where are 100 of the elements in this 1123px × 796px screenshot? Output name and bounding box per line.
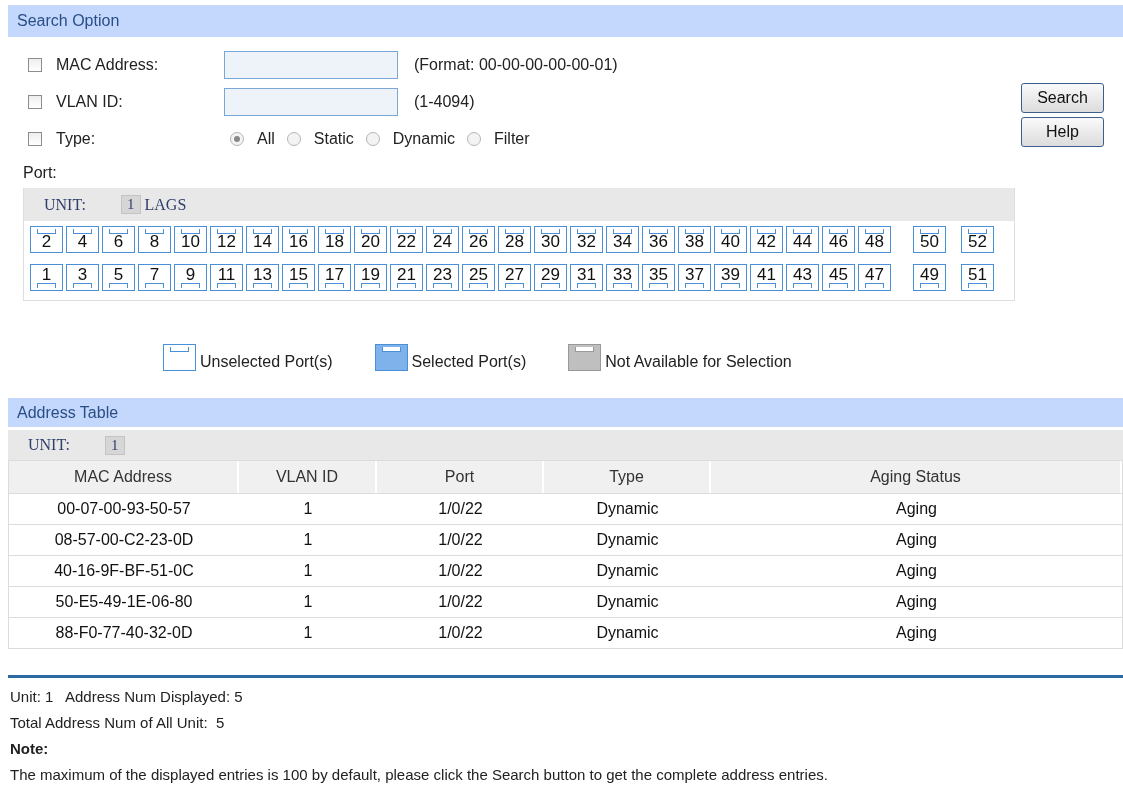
port-icon (374, 344, 408, 371)
legend-label: Unselected Port(s) (200, 353, 333, 371)
port-toggle[interactable]: 30 (534, 226, 567, 253)
input-field[interactable] (224, 87, 398, 116)
lags-tab[interactable]: LAGS (144, 195, 187, 214)
port-toggle[interactable]: 3 (66, 264, 99, 291)
port-toggle[interactable]: 43 (786, 264, 819, 291)
port-toggle[interactable]: 26 (462, 226, 495, 253)
port-toggle[interactable]: 25 (462, 264, 495, 291)
port-toggle[interactable]: 14 (246, 226, 279, 253)
port-toggle[interactable]: 7 (138, 264, 171, 291)
port-toggle[interactable]: 47 (858, 264, 891, 291)
search-button[interactable]: Search (1021, 83, 1104, 113)
port-toggle[interactable]: 4 (66, 226, 99, 253)
port-label: Port: (23, 164, 57, 181)
port-toggle[interactable]: 23 (426, 264, 459, 291)
table-cell-text: 00-07-00-93-50-57 (56, 499, 192, 519)
table-cell-text: 1 (302, 561, 314, 581)
table-cell-text: Aging (895, 561, 938, 581)
port-toggle[interactable]: 33 (606, 264, 639, 291)
checkbox[interactable] (28, 94, 42, 109)
note-title: Note: (10, 739, 50, 759)
port-toggle[interactable]: 1 (30, 264, 63, 291)
port-icon (163, 344, 196, 371)
port-toggle[interactable]: 2 (30, 226, 63, 253)
port-toggle[interactable]: 27 (498, 264, 531, 291)
port-toggle[interactable]: 12 (210, 226, 243, 253)
port-toggle[interactable]: 11 (210, 264, 243, 291)
field-label: Type: (56, 129, 97, 148)
table-cell-text: Aging (895, 623, 938, 643)
radio-label: Static (313, 129, 354, 148)
port-toggle[interactable]: 50 (913, 226, 946, 253)
port-toggle[interactable]: 18 (318, 226, 351, 253)
port-toggle[interactable]: 51 (961, 264, 994, 291)
section-title: Search Option (17, 12, 120, 30)
table-cell-text: Dynamic (595, 561, 660, 581)
table-cell-text: Dynamic (595, 530, 660, 550)
checkbox[interactable] (28, 57, 42, 72)
port-toggle[interactable]: 17 (318, 264, 351, 291)
unit-label: UNIT: (28, 436, 71, 454)
port-toggle[interactable]: 52 (961, 226, 994, 253)
column-header: Aging Status (711, 461, 1122, 493)
port-toggle[interactable]: 40 (714, 226, 747, 253)
table-cell-text: 1/0/22 (437, 623, 484, 643)
port-toggle[interactable]: 37 (678, 264, 711, 291)
table-cell-text: 1 (302, 592, 314, 612)
port-toggle[interactable]: 41 (750, 264, 783, 291)
port-toggle[interactable]: 24 (426, 226, 459, 253)
port-toggle[interactable]: 8 (138, 226, 171, 253)
port-toggle[interactable]: 20 (354, 226, 387, 253)
field-label: MAC Address: (56, 55, 160, 74)
column-header: MAC Address (9, 461, 239, 493)
port-toggle[interactable]: 29 (534, 264, 567, 291)
radio-button[interactable] (286, 131, 301, 146)
summary-text: Unit: 1 Address Num Displayed: 5 (10, 687, 244, 707)
port-toggle[interactable]: 28 (498, 226, 531, 253)
port-toggle[interactable]: 39 (714, 264, 747, 291)
port-toggle[interactable]: 10 (174, 226, 207, 253)
table-cell-text: 40-16-9F-BF-51-0C (53, 561, 195, 581)
port-toggle[interactable]: 9 (174, 264, 207, 291)
port-toggle[interactable]: 5 (102, 264, 135, 291)
table-cell-text: Aging (895, 530, 938, 550)
radio-label: All (257, 129, 275, 148)
unit-label: UNIT: (44, 195, 87, 214)
port-toggle[interactable]: 49 (913, 264, 946, 291)
port-toggle[interactable]: 21 (390, 264, 423, 291)
table-cell-text: Aging (895, 499, 938, 519)
port-toggle[interactable]: 13 (246, 264, 279, 291)
table-cell-text: 1/0/22 (437, 592, 484, 612)
port-toggle[interactable]: 19 (354, 264, 387, 291)
unit-tab[interactable]: 1 (105, 435, 125, 455)
help-button[interactable]: Help (1021, 117, 1104, 147)
radio-button[interactable] (230, 131, 244, 146)
port-icon (568, 344, 602, 371)
port-toggle[interactable]: 38 (678, 226, 711, 253)
port-toggle[interactable]: 15 (282, 264, 315, 291)
port-toggle[interactable]: 32 (570, 226, 603, 253)
port-toggle[interactable]: 34 (606, 226, 639, 253)
port-toggle[interactable]: 48 (858, 226, 891, 253)
port-toggle[interactable]: 16 (282, 226, 315, 253)
section-title: Address Table (17, 403, 119, 422)
format-hint: (Format: 00-00-00-00-00-01) (414, 55, 618, 74)
unit-tab[interactable]: 1 (121, 195, 141, 214)
checkbox[interactable] (28, 131, 42, 146)
port-toggle[interactable]: 35 (642, 264, 675, 291)
table-cell-text: 1 (302, 623, 314, 643)
port-toggle[interactable]: 45 (822, 264, 855, 291)
port-toggle[interactable]: 6 (102, 226, 135, 253)
port-toggle[interactable]: 46 (822, 226, 855, 253)
legend-label: Not Available for Selection (605, 353, 792, 371)
port-toggle[interactable]: 31 (570, 264, 603, 291)
port-toggle[interactable]: 36 (642, 226, 675, 253)
radio-button[interactable] (467, 131, 482, 146)
port-toggle[interactable]: 44 (786, 226, 819, 253)
port-toggle[interactable]: 22 (390, 226, 423, 253)
port-toggle[interactable]: 42 (750, 226, 783, 253)
radio-button[interactable] (365, 131, 380, 146)
input-field[interactable] (224, 50, 398, 79)
field-label: VLAN ID: (56, 92, 124, 111)
format-hint: (1-4094) (414, 92, 475, 111)
